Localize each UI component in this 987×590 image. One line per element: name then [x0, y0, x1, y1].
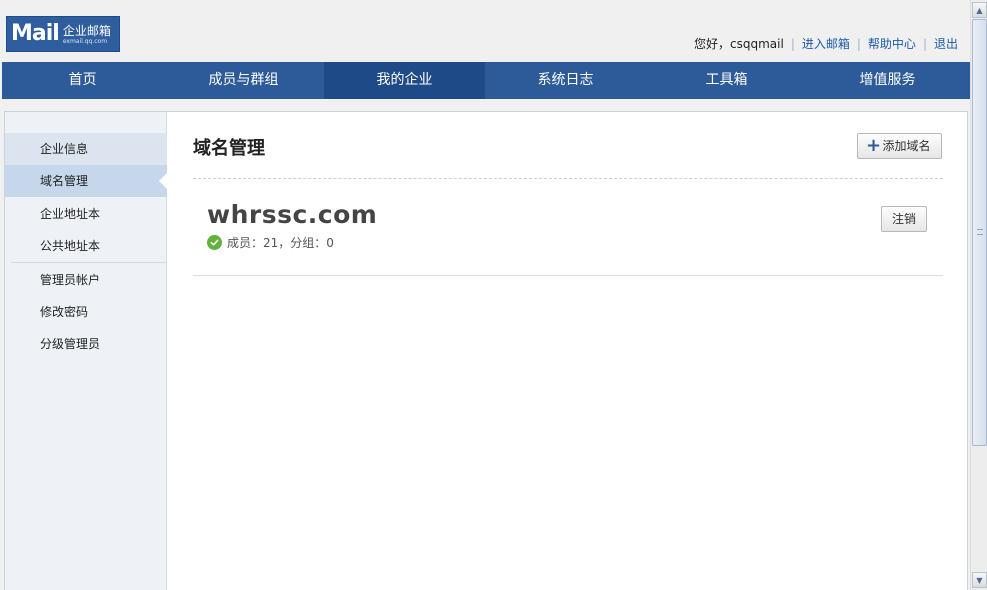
sidebar-item-public-addressbook[interactable]: 公共地址本 — [5, 230, 167, 262]
sidebar-group-info: 企业信息 域名管理 — [5, 133, 168, 197]
sidebar-item-enterprise-addressbook[interactable]: 企业地址本 — [5, 198, 167, 230]
domain-name: whrssc.com — [207, 200, 378, 229]
main-nav: 首页 成员与群组 我的企业 系统日志 工具箱 增值服务 — [2, 62, 970, 99]
arrow-down-icon[interactable]: ▼ — [972, 572, 987, 588]
greeting-text: 您好，csqqmail — [694, 37, 784, 51]
logo-cn-text: 企业邮箱 — [62, 23, 111, 38]
sidebar-item-enterprise-info[interactable]: 企业信息 — [5, 133, 167, 165]
separator: | — [922, 36, 927, 51]
main-panel: 域名管理 + 添加域名 whrssc.com 成员：21，分组：0 注销 — [167, 112, 967, 590]
sidebar-group-admin: 管理员帐户 修改密码 分级管理员 — [5, 264, 167, 360]
enter-mail-link[interactable]: 进入邮箱 — [802, 35, 850, 52]
nav-tab-home[interactable]: 首页 — [2, 62, 163, 99]
nav-tab-system-log[interactable]: 系统日志 — [485, 62, 646, 99]
scrollbar-thumb[interactable] — [972, 19, 987, 446]
check-circle-icon — [207, 235, 222, 250]
cancel-domain-button[interactable]: 注销 — [881, 206, 927, 232]
page-title: 域名管理 — [193, 138, 265, 159]
sidebar-divider — [11, 262, 167, 263]
add-domain-label: 添加域名 — [882, 139, 931, 153]
sidebar-group-address: 企业地址本 公共地址本 — [5, 198, 167, 263]
nav-tab-members-groups[interactable]: 成员与群组 — [163, 62, 324, 99]
logo[interactable]: Mail 企业邮箱 exmail.qq.com — [6, 16, 120, 52]
nav-tab-value-added[interactable]: 增值服务 — [807, 62, 968, 99]
nav-tab-my-enterprise[interactable]: 我的企业 — [324, 62, 485, 99]
help-center-link[interactable]: 帮助中心 — [868, 35, 916, 52]
domain-meta: 成员：21，分组：0 — [207, 234, 334, 251]
domain-row-divider — [193, 275, 943, 276]
header: Mail 企业邮箱 exmail.qq.com 您好，csqqmail | 进入… — [0, 0, 970, 62]
arrow-up-icon[interactable]: ▲ — [972, 2, 987, 18]
content-frame: 企业信息 域名管理 企业地址本 公共地址本 管理员帐户 修改密码 分级管理员 域… — [4, 111, 968, 590]
logout-link[interactable]: 退出 — [934, 35, 958, 52]
grip-icon — [977, 229, 983, 235]
top-links: 您好，csqqmail | 进入邮箱 | 帮助中心 | 退出 — [694, 35, 958, 52]
sidebar-item-change-password[interactable]: 修改密码 — [5, 296, 167, 328]
vertical-scrollbar[interactable]: ▲ ▼ — [970, 0, 987, 590]
separator: | — [790, 36, 795, 51]
dashed-divider — [193, 178, 943, 179]
sidebar-item-sub-admin[interactable]: 分级管理员 — [5, 328, 167, 360]
sidebar-item-admin-account[interactable]: 管理员帐户 — [5, 264, 167, 296]
sidebar-item-domain-management[interactable]: 域名管理 — [5, 165, 168, 197]
logo-url-text: exmail.qq.com — [62, 37, 108, 45]
page: Mail 企业邮箱 exmail.qq.com 您好，csqqmail | 进入… — [0, 0, 970, 590]
domain-meta-text: 成员：21，分组：0 — [227, 236, 334, 250]
add-domain-button[interactable]: + 添加域名 — [857, 133, 942, 159]
separator: | — [856, 36, 861, 51]
sidebar: 企业信息 域名管理 企业地址本 公共地址本 管理员帐户 修改密码 分级管理员 — [5, 112, 168, 590]
plus-icon: + — [866, 135, 882, 156]
logo-side: 企业邮箱 exmail.qq.com — [63, 24, 111, 45]
nav-tab-toolbox[interactable]: 工具箱 — [646, 62, 807, 99]
logo-main-text: Mail — [11, 21, 60, 46]
